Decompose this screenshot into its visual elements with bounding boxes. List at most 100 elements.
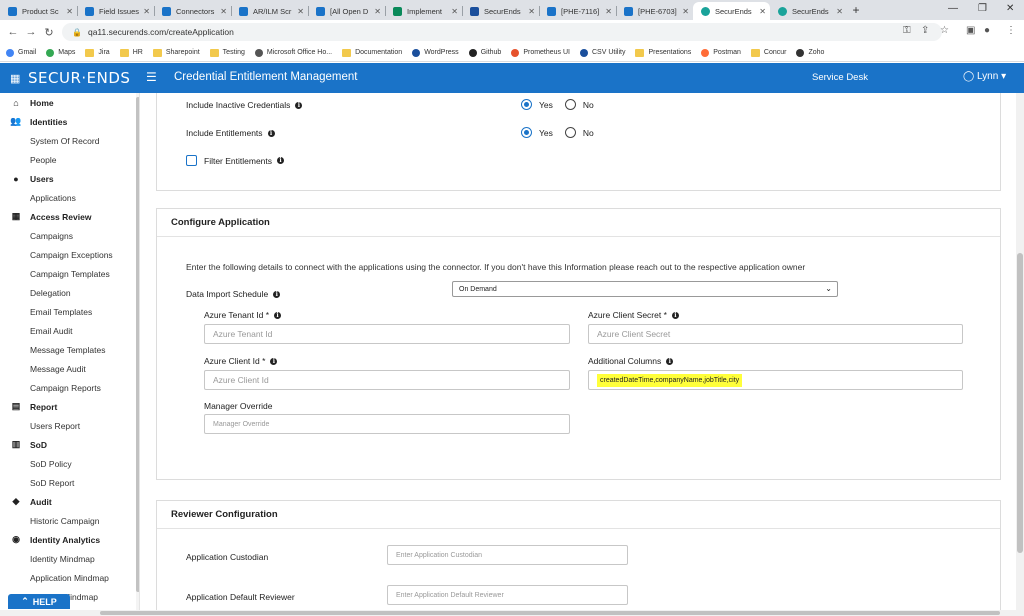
close-tab-icon[interactable]: ✕ bbox=[374, 7, 381, 16]
sidebar-item-identity-mindmap[interactable]: Identity Mindmap bbox=[0, 549, 139, 568]
close-tab-icon[interactable]: ✕ bbox=[528, 7, 535, 16]
profile-icon[interactable]: ● bbox=[984, 25, 990, 36]
manager-override-input[interactable]: Manager Override bbox=[204, 414, 570, 434]
sidebar-section-users[interactable]: ● Users bbox=[0, 169, 139, 188]
forward-icon[interactable]: → bbox=[22, 26, 40, 38]
bookmark-item[interactable]: Postman bbox=[701, 48, 741, 57]
browser-tab[interactable]: Implement ✕ bbox=[385, 2, 462, 20]
sidebar-item-system-of-record[interactable]: System Of Record bbox=[0, 131, 139, 150]
user-menu[interactable]: ◯ Lynn ▾ bbox=[963, 71, 1006, 82]
sidebar-item-sod-policy[interactable]: SoD Policy bbox=[0, 454, 139, 473]
sidebar-item-message-audit[interactable]: Message Audit bbox=[0, 359, 139, 378]
close-window-icon[interactable]: ✕ bbox=[1006, 3, 1014, 14]
page-scrollbar[interactable] bbox=[1016, 93, 1024, 616]
browser-menu-icon[interactable]: ⋮ bbox=[1006, 25, 1016, 36]
reload-icon[interactable]: ↻ bbox=[40, 26, 58, 39]
horizontal-scroll-thumb[interactable] bbox=[100, 611, 1000, 615]
bookmark-item[interactable]: Presentations bbox=[635, 48, 691, 57]
bookmark-item[interactable]: Testing bbox=[209, 48, 245, 57]
close-tab-icon[interactable]: ✕ bbox=[143, 7, 150, 16]
browser-tab[interactable]: Connectors ✕ bbox=[154, 2, 231, 20]
sidebar-item-delegation[interactable]: Delegation bbox=[0, 283, 139, 302]
sidepanel-icon[interactable]: ▣ bbox=[966, 25, 975, 36]
apps-grid-icon[interactable]: ▦ bbox=[10, 72, 20, 85]
sidebar-section-audit[interactable]: ◆ Audit bbox=[0, 492, 139, 511]
sidebar-item-people[interactable]: People bbox=[0, 150, 139, 169]
sidebar-item-email-audit[interactable]: Email Audit bbox=[0, 321, 139, 340]
page-scroll-thumb[interactable] bbox=[1017, 253, 1023, 553]
sidebar-item-campaigns[interactable]: Campaigns bbox=[0, 226, 139, 245]
sidebar-item-sod-report[interactable]: SoD Report bbox=[0, 473, 139, 492]
sidebar-item-historic-campaign[interactable]: Historic Campaign bbox=[0, 511, 139, 530]
sidebar-item-application-mindmap[interactable]: Application Mindmap bbox=[0, 568, 139, 587]
sidebar-item-email-templates[interactable]: Email Templates bbox=[0, 302, 139, 321]
azure-client-id-input[interactable]: Azure Client Id bbox=[204, 370, 570, 390]
bookmark-item[interactable]: Github bbox=[468, 48, 501, 57]
bookmark-item[interactable]: Prometheus UI bbox=[511, 48, 570, 57]
bookmark-item[interactable]: HR bbox=[119, 48, 143, 57]
include-inactive-no-radio[interactable] bbox=[564, 99, 576, 110]
include-entitlements-yes-radio[interactable] bbox=[521, 127, 532, 138]
bookmark-item[interactable]: Zoho bbox=[796, 48, 824, 57]
back-icon[interactable]: ← bbox=[4, 26, 22, 38]
close-tab-icon[interactable]: ✕ bbox=[605, 7, 612, 16]
close-tab-icon[interactable]: ✕ bbox=[66, 7, 73, 16]
sidebar-item-message-templates[interactable]: Message Templates bbox=[0, 340, 139, 359]
azure-tenant-id-input[interactable]: Azure Tenant Id bbox=[204, 324, 570, 344]
browser-tab[interactable]: SecurEnds ✕ bbox=[462, 2, 539, 20]
bookmark-item[interactable]: Gmail bbox=[6, 48, 36, 57]
bookmark-item[interactable]: WordPress bbox=[412, 48, 459, 57]
bookmark-star-icon[interactable]: ☆ bbox=[940, 25, 949, 36]
bookmark-item[interactable]: Microsoft Office Ho... bbox=[254, 48, 332, 57]
sidebar-section-report[interactable]: ▤ Report bbox=[0, 397, 139, 416]
browser-tab[interactable]: AR/ILM Scr ✕ bbox=[231, 2, 308, 20]
bookmark-item[interactable]: Concur bbox=[750, 48, 786, 57]
url-input[interactable]: 🔒 qa11.securends.com/createApplication bbox=[62, 23, 942, 41]
restore-icon[interactable]: ❐ bbox=[978, 3, 987, 14]
sidebar-item-campaign-reports[interactable]: Campaign Reports bbox=[0, 378, 139, 397]
app-logo[interactable]: SECUR·ENDS bbox=[28, 69, 130, 87]
sidebar-section-sod[interactable]: ▥ SoD bbox=[0, 435, 139, 454]
service-desk-link[interactable]: Service Desk bbox=[812, 72, 868, 83]
browser-tab[interactable]: Product Sc ✕ bbox=[0, 2, 77, 20]
close-tab-icon[interactable]: ✕ bbox=[297, 7, 304, 16]
sidebar-section-identity-analytics[interactable]: ◉ Identity Analytics bbox=[0, 530, 139, 549]
help-button[interactable]: ⌃ HELP bbox=[8, 594, 70, 609]
azure-client-secret-input[interactable]: Azure Client Secret bbox=[588, 324, 963, 344]
sidebar-item-campaign-exceptions[interactable]: Campaign Exceptions bbox=[0, 245, 139, 264]
sidebar-section-identities[interactable]: 👥 Identities bbox=[0, 112, 139, 131]
close-tab-icon[interactable]: ✕ bbox=[759, 7, 766, 16]
bookmark-item[interactable]: Maps bbox=[46, 48, 75, 57]
browser-tab[interactable]: Field Issues ✕ bbox=[77, 2, 154, 20]
browser-tab[interactable]: [PHE-7116] ✕ bbox=[539, 2, 616, 20]
sidebar-item-applications[interactable]: Applications bbox=[0, 188, 139, 207]
browser-tab[interactable]: [PHE-6703] ✕ bbox=[616, 2, 693, 20]
application-custodian-input[interactable]: Enter Application Custodian bbox=[387, 545, 628, 565]
close-tab-icon[interactable]: ✕ bbox=[220, 7, 227, 16]
hamburger-menu-icon[interactable]: ☰ bbox=[146, 70, 157, 84]
sidebar-section-access-review[interactable]: ▦ Access Review bbox=[0, 207, 139, 226]
application-default-reviewer-input[interactable]: Enter Application Default Reviewer bbox=[387, 585, 628, 605]
sidebar-section-home[interactable]: ⌂ Home bbox=[0, 93, 139, 112]
additional-columns-input[interactable]: createdDateTime,companyName,jobTitle,cit… bbox=[588, 370, 963, 390]
sidebar-item-users-report[interactable]: Users Report bbox=[0, 416, 139, 435]
minimize-icon[interactable]: — bbox=[948, 3, 958, 14]
include-entitlements-no-radio[interactable] bbox=[564, 127, 576, 138]
browser-tab[interactable]: SecurEnds ✕ bbox=[693, 2, 770, 20]
sidebar-item-campaign-templates[interactable]: Campaign Templates bbox=[0, 264, 139, 283]
bookmark-item[interactable]: Jira bbox=[85, 48, 110, 57]
bookmark-item[interactable]: Documentation bbox=[342, 48, 402, 57]
browser-tab[interactable]: [All Open D ✕ bbox=[308, 2, 385, 20]
browser-tab[interactable]: SecurEnds ✕ bbox=[770, 2, 847, 20]
close-tab-icon[interactable]: ✕ bbox=[451, 7, 458, 16]
filter-entitlements-checkbox[interactable] bbox=[186, 155, 197, 166]
close-tab-icon[interactable]: ✕ bbox=[836, 7, 843, 16]
data-import-schedule-select[interactable]: On Demand ⌄ bbox=[452, 281, 838, 297]
include-inactive-yes-radio[interactable] bbox=[521, 99, 532, 110]
key-icon[interactable]: ⚿ bbox=[903, 25, 911, 36]
share-icon[interactable]: ⇪ bbox=[921, 25, 929, 36]
bookmark-item[interactable]: CSV Utility bbox=[580, 48, 625, 57]
close-tab-icon[interactable]: ✕ bbox=[682, 7, 689, 16]
new-tab-icon[interactable]: + bbox=[847, 3, 865, 17]
bookmark-item[interactable]: Sharepoint bbox=[152, 48, 200, 57]
